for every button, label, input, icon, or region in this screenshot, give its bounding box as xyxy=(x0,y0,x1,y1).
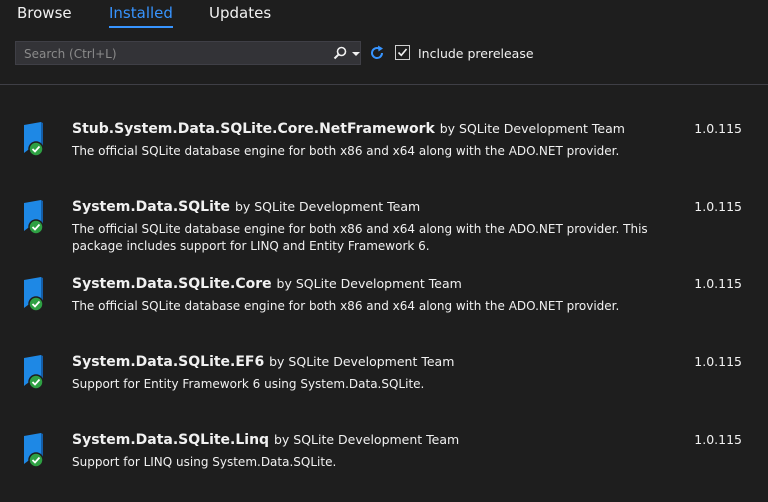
package-name-row: System.Data.SQLite.EF6 by SQLite Develop… xyxy=(72,354,454,370)
package-item[interactable]: Stub.System.Data.SQLite.Core.NetFramewor… xyxy=(0,121,768,191)
package-item[interactable]: System.Data.SQLite.Linq by SQLite Develo… xyxy=(0,432,768,502)
package-author: by SQLite Development Team xyxy=(269,354,455,369)
tab-bar: Browse Installed Updates xyxy=(0,0,768,30)
package-version: 1.0.115 xyxy=(694,432,742,447)
package-description: The official SQLite database engine for … xyxy=(72,144,620,158)
package-item[interactable]: System.Data.SQLite.EF6 by SQLite Develop… xyxy=(0,354,768,424)
tab-browse[interactable]: Browse xyxy=(17,4,72,22)
package-name-row: System.Data.SQLite.Linq by SQLite Develo… xyxy=(72,432,459,448)
package-icon xyxy=(24,355,44,390)
package-name: System.Data.SQLite.Linq xyxy=(72,432,270,448)
package-icon xyxy=(24,122,44,157)
chevron-down-icon[interactable] xyxy=(351,45,361,61)
package-author: by SQLite Development Team xyxy=(276,276,462,291)
package-description: The official SQLite database engine for … xyxy=(72,299,620,313)
package-name: Stub.System.Data.SQLite.Core.NetFramewor… xyxy=(72,121,435,137)
package-version: 1.0.115 xyxy=(694,354,742,369)
package-description: Support for Entity Framework 6 using Sys… xyxy=(72,377,425,391)
tab-updates[interactable]: Updates xyxy=(209,4,271,22)
search-box[interactable] xyxy=(15,41,361,65)
package-version: 1.0.115 xyxy=(694,199,742,214)
package-version: 1.0.115 xyxy=(694,276,742,291)
package-icon xyxy=(24,277,44,312)
search-input[interactable] xyxy=(22,44,326,64)
checkmark-icon xyxy=(397,48,408,57)
package-description: The official SQLite database engine for … xyxy=(72,222,648,253)
tab-installed-label: Installed xyxy=(109,4,173,22)
package-author: by SQLite Development Team xyxy=(273,432,460,447)
package-description: Support for LINQ using System.Data.SQLit… xyxy=(72,455,337,469)
package-name-row: Stub.System.Data.SQLite.Core.NetFramewor… xyxy=(72,121,625,137)
divider xyxy=(0,84,768,85)
package-name-row: System.Data.SQLite by SQLite Development… xyxy=(72,199,420,215)
package-item[interactable]: System.Data.SQLite by SQLite Development… xyxy=(0,199,768,269)
refresh-icon[interactable] xyxy=(368,44,386,62)
search-icon[interactable] xyxy=(332,45,348,61)
include-prerelease-checkbox[interactable] xyxy=(395,45,410,60)
package-version: 1.0.115 xyxy=(694,121,742,136)
package-author: by SQLite Development Team xyxy=(234,199,421,214)
tab-installed[interactable]: Installed xyxy=(109,4,173,28)
package-icon xyxy=(24,433,44,468)
active-tab-underline xyxy=(109,26,173,28)
package-name-row: System.Data.SQLite.Core by SQLite Develo… xyxy=(72,276,462,292)
package-icon xyxy=(24,200,44,235)
package-author: by SQLite Development Team xyxy=(439,121,625,136)
include-prerelease-label: Include prerelease xyxy=(418,46,534,61)
package-name: System.Data.SQLite.Core xyxy=(72,276,272,292)
package-name: System.Data.SQLite.EF6 xyxy=(72,354,265,370)
package-item[interactable]: System.Data.SQLite.Core by SQLite Develo… xyxy=(0,276,768,346)
package-name: System.Data.SQLite xyxy=(72,199,231,215)
